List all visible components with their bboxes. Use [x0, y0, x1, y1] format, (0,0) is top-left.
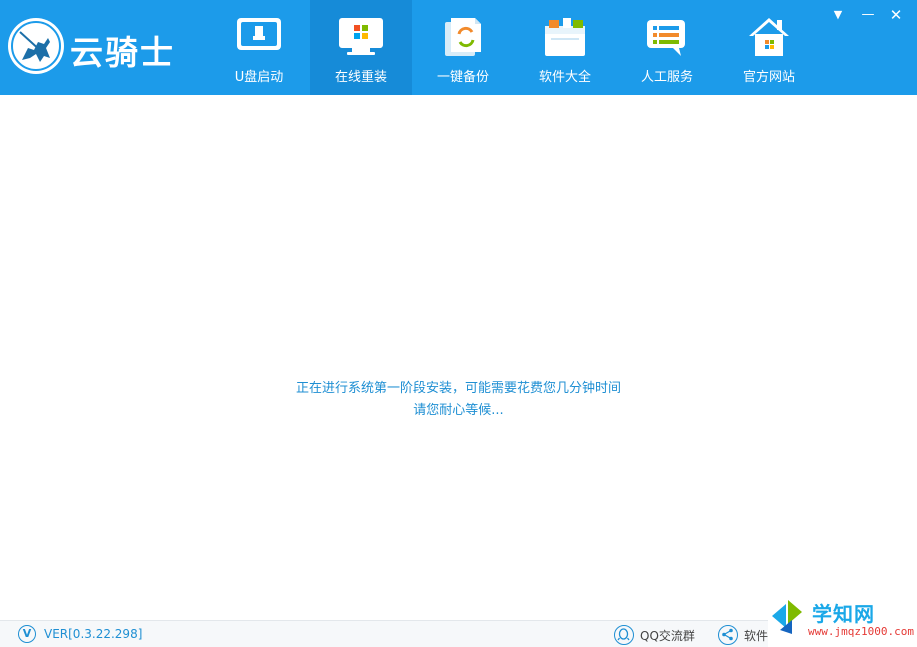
software-box-icon [541, 16, 589, 58]
version-label: VER[0.3.22.298] [44, 627, 143, 641]
version-icon: V [18, 625, 36, 643]
usb-drive-icon [235, 16, 283, 58]
nav-label-software: 软件大全 [538, 70, 591, 85]
nav-label-website: 官方网站 [742, 70, 795, 85]
chat-support-icon [643, 16, 691, 58]
main-content: 正在进行系统第一阶段安装，可能需要花费您几分钟时间 请您耐心等候... [0, 95, 917, 620]
share-icon[interactable] [718, 625, 738, 645]
close-icon[interactable]: ✕ [885, 4, 907, 26]
nav-item-website[interactable]: 官方网站 [718, 0, 820, 95]
nav-item-online-reinstall[interactable]: 在线重装 [310, 0, 412, 95]
qq-icon[interactable] [614, 625, 634, 645]
qq-group-link[interactable]: QQ交流群 [640, 627, 695, 644]
logo-text: 云骑士 [70, 33, 175, 72]
knight-logo-icon [8, 18, 64, 74]
home-icon [745, 16, 793, 58]
nav-item-usb-boot[interactable]: U盘启动 [208, 0, 310, 95]
watermark-url: www.jmqz1000.com [808, 625, 914, 638]
install-status-text: 正在进行系统第一阶段安装，可能需要花费您几分钟时间 [295, 381, 621, 396]
nav-label-support: 人工服务 [640, 70, 693, 85]
minimize-icon[interactable]: — [857, 4, 879, 26]
nav-label-online-reinstall: 在线重装 [334, 70, 387, 85]
watermark-title: 学知网 [812, 602, 875, 626]
watermark: 学知网 www.jmqz1000.com [768, 592, 917, 647]
backup-icon [439, 16, 487, 58]
install-wait-text: 请您耐心等候... [413, 403, 504, 418]
app-logo: 云骑士 [8, 14, 208, 78]
nav-item-one-click-backup[interactable]: 一键备份 [412, 0, 514, 95]
monitor-windows-icon [337, 16, 385, 58]
nav-item-support[interactable]: 人工服务 [616, 0, 718, 95]
nav-label-usb-boot: U盘启动 [234, 70, 284, 85]
menu-dropdown-icon[interactable]: ▼ [827, 4, 849, 26]
header-bar: 云骑士 U盘启动 在线重装 一键备份 软件大全 人工服务 官方网站 ▼ — ✕ [0, 0, 917, 95]
nav-item-software[interactable]: 软件大全 [514, 0, 616, 95]
watermark-logo-icon [770, 594, 804, 634]
nav-label-one-click-backup: 一键备份 [436, 70, 489, 85]
app-window: 云骑士 U盘启动 在线重装 一键备份 软件大全 人工服务 官方网站 ▼ — ✕ … [0, 0, 917, 647]
